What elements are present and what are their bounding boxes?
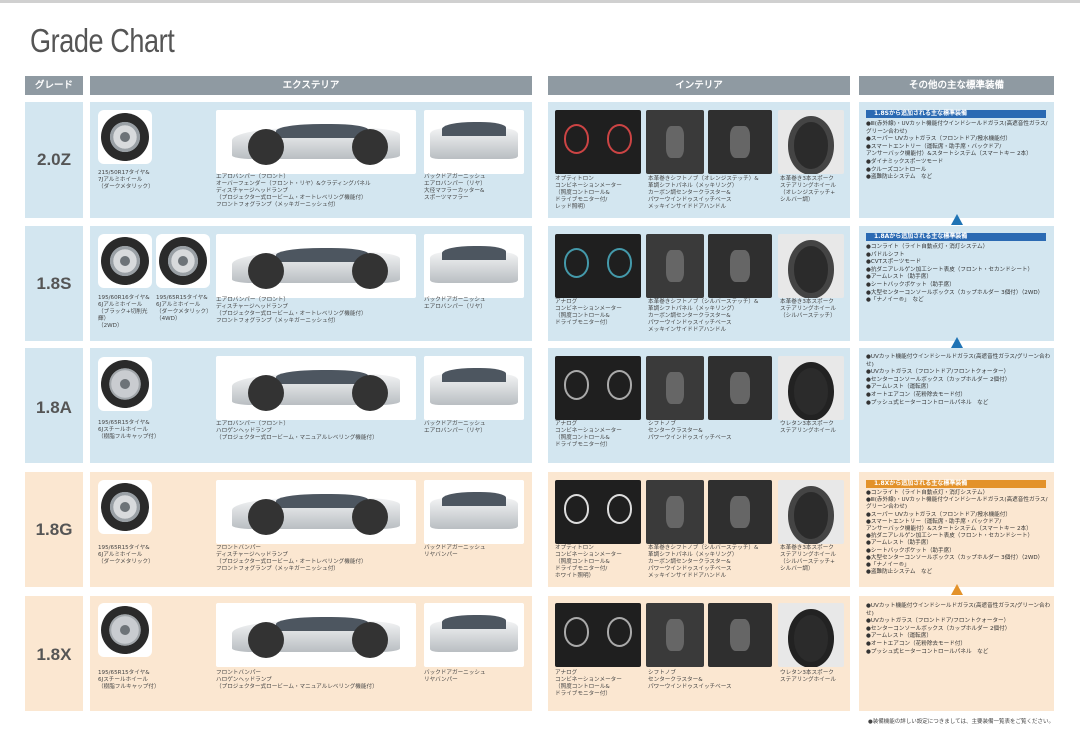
added-equipment-bar: 1.8Sから追加される主な標準装備 (866, 110, 1046, 118)
wheel-caption: 195/60R16タイヤ& 6Jアルミホイール （ブラック+切削光輝） （2WD… (98, 295, 150, 329)
equipment-list: ●Ⅲ(赤外線)・UVカット機能付ウインドシールドガラス(高遮音性ガラス/グリーン… (866, 121, 1048, 181)
meter-caption: アナログ コンビネーションメーター （照度コントロール& ドライブモニター付） (555, 421, 622, 448)
meter-caption: オプティトロン コンビネーションメーター （照度コントロール& ドライブモニター… (555, 176, 622, 210)
grade-label: 1.8G (35, 520, 73, 539)
shift-caption: シフトノブ センタークラスター& パワーウインドゥスイッチベース (648, 670, 732, 690)
meter-image (555, 603, 641, 667)
steering-wheel-image (778, 234, 844, 298)
steering-caption: 本革巻き3本スポーク ステアリングホイール （シルバーステッチ+ シルバー調） (780, 545, 836, 572)
equipment-list: ●UVカット機能付ウインドシールドガラス(高遮音性ガラス/グリーン合わせ) ●U… (866, 354, 1051, 406)
shift-caption: 本革巻きシフトノブ（シルバーステッチ）& 革調シフトパネル（メッキリング） カー… (648, 299, 759, 333)
wheel-caption: 195/65R15タイヤ& 6Jアルミホイール （ダークメタリック） (98, 545, 154, 565)
grade-label: 1.8X (36, 645, 72, 664)
up-triangle-icon (951, 214, 963, 225)
wheel-image (98, 603, 152, 657)
steering-caption: ウレタン3本スポーク ステアリングホイール (780, 421, 836, 434)
meter-caption: アナログ コンビネーションメーター （照度コントロール& ドライブモニター付） (555, 670, 622, 697)
up-triangle-icon (951, 584, 963, 595)
exterior-front-caption: エアロバンパー（フロント） オーバーフェンダー（フロント・リヤ）&クラディングパ… (216, 174, 371, 208)
exterior-front-caption: エアロバンパー（フロント） ハロゲンヘッドランプ （プロジェクター式ロービーム・… (216, 421, 378, 441)
shift-knob-image (646, 234, 704, 298)
wheel-image (98, 480, 152, 534)
console-image (708, 480, 772, 544)
car-rear-image (424, 110, 524, 174)
car-rear-image (424, 234, 524, 298)
exterior-rear-caption: バックドアガーニッシュ エアロバンパー（リヤ） (424, 421, 486, 434)
page-title: Grade Chart (30, 22, 175, 59)
car-front-image (216, 110, 416, 174)
shift-caption: 本革巻きシフトノブ（オレンジステッチ）& 革調シフトパネル（メッキリング） カー… (648, 176, 759, 210)
exterior-front-caption: エアロバンパー（フロント） ディスチャージヘッドランプ （プロジェクター式ロービ… (216, 297, 367, 324)
header-other: その他の主な標準装備 (859, 76, 1054, 95)
shift-knob-image (646, 110, 704, 174)
wheel-image (98, 234, 152, 288)
meter-image (555, 356, 641, 420)
exterior-rear-caption: バックドアガーニッシュ エアロバンパー（リヤ） (424, 297, 486, 310)
shift-knob-image (646, 480, 704, 544)
exterior-front-caption: フロントバンパー ディスチャージヘッドランプ （プロジェクター式ロービーム・オー… (216, 545, 367, 572)
shift-knob-image (646, 603, 704, 667)
exterior-rear-caption: バックドアガーニッシュ エアロバンパー（リヤ） 大径マフラーカッター& スポーツ… (424, 174, 486, 201)
car-rear-image (424, 603, 524, 667)
shift-knob-image (646, 356, 704, 420)
car-rear-image (424, 356, 524, 420)
console-image (708, 356, 772, 420)
car-front-image (216, 603, 416, 667)
steering-caption: 本革巻き3本スポーク ステアリングホイール （シルバーステッチ） (780, 299, 836, 319)
car-rear-image (424, 480, 524, 544)
footnote: ●装備機能の詳しい設定につきましては、主要装備一覧表をご覧ください。 (867, 719, 1054, 725)
up-triangle-icon (951, 337, 963, 348)
grade-label: 1.8A (36, 398, 72, 417)
console-image (708, 603, 772, 667)
steering-wheel-image (778, 110, 844, 174)
header-grade: グレード (25, 76, 83, 95)
console-image (708, 234, 772, 298)
grade-label: 1.8S (36, 274, 72, 293)
grade-label: 2.0Z (36, 150, 72, 169)
meter-caption: アナログ コンビネーションメーター （照度コントロール& ドライブモニター付） (555, 299, 622, 326)
wheel-caption: 215/50R17タイヤ& 7Jアルミホイール （ダークメタリック） (98, 170, 154, 190)
exterior-front-caption: フロントバンパー ハロゲンヘッドランプ （プロジェクター式ロービーム・マニュアル… (216, 670, 378, 690)
car-front-image (216, 480, 416, 544)
steering-wheel-image (778, 603, 844, 667)
car-front-image (216, 356, 416, 420)
header-interior: インテリア (548, 76, 850, 95)
wheel-caption: 195/65R15タイヤ& 6Jスチールホイール （樹脂フルキャップ付） (98, 670, 160, 690)
exterior-rear-caption: バックドアガーニッシュ リヤバンパー (424, 545, 486, 558)
wheel-image (98, 357, 152, 411)
steering-caption: ウレタン3本スポーク ステアリングホイール (780, 670, 836, 683)
wheel-image (156, 234, 210, 288)
exterior-rear-caption: バックドアガーニッシュ リヤバンパー (424, 670, 486, 683)
steering-wheel-image (778, 480, 844, 544)
equipment-list: ●コンライト（ライト自動点灯・消灯システム） ●Ⅲ(赤外線)・UVカット機能付ウ… (866, 490, 1048, 576)
console-image (708, 110, 772, 174)
wheel-caption: 195/65R15タイヤ& 6Jアルミホイール （ダークメタリック） （4WD） (156, 295, 212, 322)
added-equipment-bar: 1.8Xから追加される主な標準装備 (866, 480, 1046, 488)
wheel-image (98, 110, 152, 164)
meter-image (555, 480, 641, 544)
equipment-list: ●UVカット機能付ウインドシールドガラス(高遮音性ガラス/グリーン合わせ) ●U… (866, 603, 1051, 655)
steering-caption: 本革巻き3本スポーク ステアリングホイール （オレンジステッチ+ シルバー調） (780, 176, 836, 203)
meter-image (555, 234, 641, 298)
meter-caption: オプティトロン コンビネーションメーター （照度コントロール& ドライブモニター… (555, 545, 622, 579)
wheel-caption: 195/65R15タイヤ& 6Jスチールホイール （樹脂フルキャップ付） (98, 420, 160, 440)
meter-image (555, 110, 641, 174)
shift-caption: 本革巻きシフトノブ（シルバーステッチ）& 革調シフトパネル（メッキリング） カー… (648, 545, 759, 579)
equipment-list: ●コンライト（ライト自動点灯・消灯システム） ●パドルシフト ●CVTスポーツモ… (866, 244, 1044, 304)
added-equipment-bar: 1.8Aから追加される主な標準装備 (866, 233, 1046, 241)
steering-wheel-image (778, 356, 844, 420)
car-front-image (216, 234, 416, 298)
top-rule (0, 0, 1080, 3)
shift-caption: シフトノブ センタークラスター& パワーウインドゥスイッチベース (648, 421, 732, 441)
header-exterior: エクステリア (90, 76, 532, 95)
